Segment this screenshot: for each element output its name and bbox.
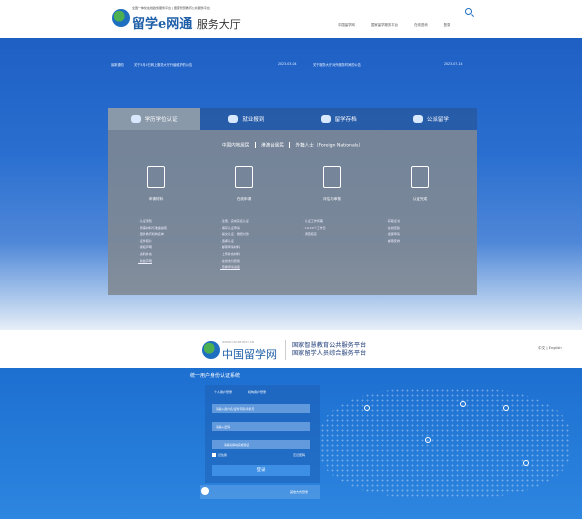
tab-org-login[interactable]: 机构用户登录 xyxy=(248,390,266,394)
archive-icon xyxy=(320,115,331,123)
cscse-domain: WWW.CSCSE.EDU.CN xyxy=(222,340,255,344)
tab-panel: 中国内地居民 港澳台居民 外籍人士（Foreign Nationals） 申请材料 … xyxy=(108,130,477,295)
edit-form-icon xyxy=(235,166,253,188)
documents-icon xyxy=(147,166,165,188)
map-pin-icon xyxy=(523,460,529,466)
username-input[interactable]: 请输入用户名/证件号码/手机号 xyxy=(212,404,310,413)
nav-item-consult[interactable]: 在线咨询 xyxy=(414,22,428,27)
ticker-item-2[interactable]: 关于服务大厅对外服务时间的公告 xyxy=(313,62,361,67)
step-materials[interactable]: 申请材料 xyxy=(116,166,196,202)
column-complete: · 获取证书 · 在线查验 · 发票申请 · 邮寄安排 xyxy=(386,219,400,243)
ticker-date-1: 2023-03-04 xyxy=(278,62,297,66)
checkbox-icon xyxy=(212,453,216,457)
role-selector: 中国内地居民 港澳台居民 外籍人士（Foreign Nationals） xyxy=(108,142,477,149)
role-foreign[interactable]: 外籍人士（Foreign Nationals） xyxy=(295,144,363,149)
cscse-logo-icon xyxy=(202,341,220,359)
map-pin-icon xyxy=(503,405,509,411)
password-input[interactable]: 请输入密码 xyxy=(212,422,310,431)
map-pin-icon xyxy=(425,437,431,443)
site-logo-icon[interactable] xyxy=(112,9,130,27)
brand-title[interactable]: 留学e网通 服务大厅 xyxy=(132,13,241,32)
captcha-slider[interactable]: 请拖动滑块完成验证 xyxy=(212,440,310,449)
world-map xyxy=(320,388,570,498)
footer-brand-bar xyxy=(0,330,582,368)
tab-government-study[interactable]: 公派留学 xyxy=(385,108,477,130)
top-slogan: 全国一体化在线政务服务平台 | 国家智慧教育公共服务平台 xyxy=(132,6,210,10)
certificate-icon xyxy=(411,166,429,188)
badge-icon xyxy=(228,115,239,123)
role-hmt[interactable]: 港澳台居民 xyxy=(261,144,284,149)
platform-name-2: 国家留学人员综合服务平台 xyxy=(292,350,367,357)
login-button[interactable]: 登录 xyxy=(212,465,310,476)
step-review[interactable]: 评估与审核 xyxy=(292,166,372,202)
tab-employment[interactable]: 就业报到 xyxy=(200,108,292,130)
site-header: 全国一体化在线政务服务平台 | 国家智慧教育公共服务平台 留学e网通 服务大厅 … xyxy=(0,0,582,38)
nav-item-platform[interactable]: 国家留学服务平台 xyxy=(371,22,398,27)
login-title: 统一用户身份认证系统 xyxy=(190,373,241,379)
cscse-name: 中国留学网 xyxy=(222,348,277,361)
column-apply: · 注册、完成实名认证 · 填写认证申请 · 提交认证、缴费付款 · 选择认证 · 邮寄… xyxy=(220,219,249,270)
step-apply[interactable]: 在线申请 xyxy=(204,166,284,202)
ticker-date-2: 2023-07-14 xyxy=(444,62,463,66)
column-materials: · 认证须知 · 所需材料与准备指南 · 国外教育机构名单 · 证件照片 · 授权声明 ·… xyxy=(138,219,167,263)
role-mainland[interactable]: 中国内地居民 xyxy=(222,144,250,149)
plane-icon xyxy=(412,115,423,123)
remember-me-checkbox[interactable]: 记住我 xyxy=(212,453,227,457)
language-switch[interactable]: 中文 | English xyxy=(538,346,562,351)
top-nav: 中国留学网 国家留学服务平台 在线咨询 登录 xyxy=(338,22,450,27)
alt-login-text[interactable]: 其他方式登录 xyxy=(290,490,308,494)
forgot-password-link[interactable]: 忘记密码 xyxy=(293,453,305,457)
notice-ticker: 最新通知 关于5月4日网上服务大厅升级维护的公告 2023-03-04 关于服务… xyxy=(0,59,582,69)
brand-divider xyxy=(285,340,286,360)
login-tabs: 个人用户登录 机构用户登录 xyxy=(214,390,282,394)
column-review: · 认证工作周期 · 19-20个工作日 · 调查核实 xyxy=(303,219,326,237)
map-pin-icon xyxy=(460,401,466,407)
tab-archive[interactable]: 留学存档 xyxy=(293,108,385,130)
map-pin-icon xyxy=(364,405,370,411)
tab-degree-verification[interactable]: 学历学位认证 xyxy=(108,108,201,130)
review-eye-icon xyxy=(323,166,341,188)
step-complete[interactable]: 认证完成 xyxy=(380,166,460,202)
search-icon[interactable] xyxy=(465,8,472,15)
nav-item-cscse[interactable]: 中国留学网 xyxy=(338,22,355,27)
tab-personal-login[interactable]: 个人用户登录 xyxy=(214,390,232,394)
service-tabs: 学历学位认证 就业报到 留学存档 公派留学 xyxy=(108,108,477,130)
ticker-label: 最新通知 xyxy=(111,63,124,67)
mortarboard-icon xyxy=(130,115,141,123)
qq-icon[interactable] xyxy=(201,487,209,495)
nav-item-login[interactable]: 登录 xyxy=(444,22,451,27)
ticker-item-1[interactable]: 关于5月4日网上服务大厅升级维护的公告 xyxy=(134,62,192,67)
